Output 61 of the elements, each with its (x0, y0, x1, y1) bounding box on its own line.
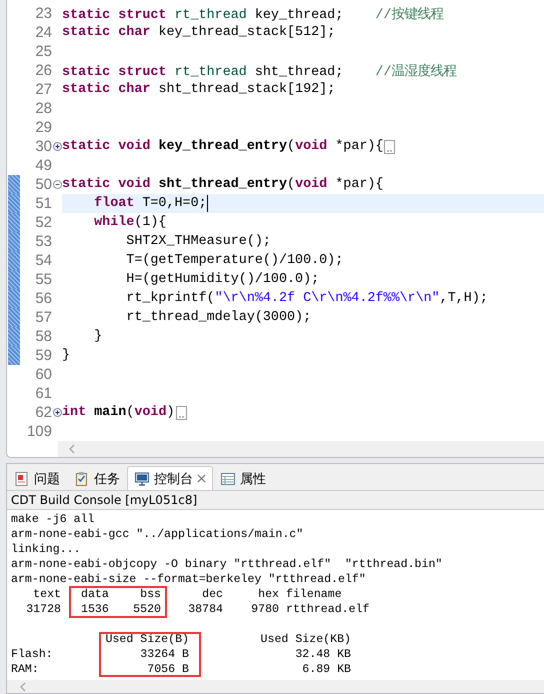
console-line: make -j6 all (11, 512, 96, 527)
table-cell-text: 1536 (80, 602, 110, 617)
code-line: } (62, 348, 70, 363)
close-icon[interactable] (197, 474, 206, 483)
console-line: arm-none-eabi-objcopy -O binary "rtthread.elf" "rtthread.bin" (11, 557, 444, 572)
table-cell-text: rtthread.elf (285, 602, 370, 617)
column-header: Used Size(KB) (260, 632, 351, 647)
console-line: linking... (11, 542, 82, 557)
folded-code-icon[interactable] (384, 140, 396, 154)
code-line: rt_thread_mdelay(3000); (125, 310, 312, 325)
table-cell-text: 38784 (187, 602, 223, 617)
code-line: float T=0,H=0; (93, 196, 207, 211)
column-header: dec (201, 587, 223, 602)
console-line: arm-none-eabi-size --format=berkeley "rtthread.elf" (11, 572, 367, 587)
view-tab[interactable]: 属性 (213, 466, 273, 490)
code-line: static char sht_thread_stack[192]; (62, 82, 336, 97)
table-cell-text: 9780 (250, 602, 279, 617)
table-cell-text: 6.89 KB (301, 662, 351, 677)
code-line: rt_kprintf("\r\n%4.2f C\r\n%4.2f%%\r\n",T,H); (125, 291, 488, 306)
code-line: static struct rt_thread key_thread; //按键线程 (62, 6, 444, 22)
code-line: static void sht_thread_entry(void *par){ (62, 177, 384, 192)
row-label: RAM: (11, 662, 40, 677)
text-cursor (206, 195, 208, 212)
code-line: static void key_thread_entry(void *par){ (62, 139, 384, 154)
code-line: } (93, 329, 102, 344)
expand-icon[interactable] (52, 142, 62, 151)
view-tab[interactable]: 问题 (7, 466, 67, 490)
horizontal-scrollbar[interactable] (58, 441, 544, 457)
code-line: SHT2X_THMeasure(); (125, 234, 271, 249)
horizontal-scrollbar[interactable] (7, 680, 544, 693)
column-header: Used Size(B) (104, 632, 190, 647)
table-cell-text: 31728 (25, 602, 61, 617)
column-header: text (32, 587, 61, 602)
code-line: int main(void) (62, 405, 175, 420)
table-icon (220, 470, 236, 486)
table-cell-text: 7056 B (146, 662, 190, 677)
view-tab[interactable]: 控制台 (127, 466, 213, 490)
code-line: while(1){ (93, 215, 166, 230)
code-line: T=(getTemperature()/100.0); (125, 253, 344, 268)
folded-code-icon[interactable] (176, 406, 187, 420)
clipboard-icon (74, 470, 90, 486)
table-cell-text: 32.48 KB (294, 647, 351, 662)
code-line: static char key_thread_stack[512]; (62, 25, 336, 40)
column-header: hex (257, 587, 279, 602)
column-header: filename (285, 587, 343, 602)
view-tab[interactable]: 任务 (67, 466, 127, 490)
scroll-left-icon[interactable] (19, 682, 27, 692)
console-line: arm-none-eabi-gcc "../applications/main.c" (11, 527, 304, 542)
problems-icon (14, 470, 30, 486)
table-cell-text: 33264 B (139, 647, 190, 662)
scroll-left-icon[interactable] (68, 444, 76, 454)
code-line: H=(getHumidity()/100.0); (125, 272, 320, 287)
collapse-icon[interactable] (52, 180, 62, 189)
table-cell-text: 5520 (132, 602, 162, 617)
console-title: CDT Build Console [myL051c8] (7, 491, 544, 510)
monitor-icon (134, 470, 150, 486)
column-header: data (80, 587, 110, 602)
row-label: Flash: (11, 647, 54, 662)
expand-icon[interactable] (52, 408, 62, 417)
code-line: static struct rt_thread sht_thread; //温湿度线程 (62, 62, 456, 80)
column-header: bss (139, 587, 162, 602)
